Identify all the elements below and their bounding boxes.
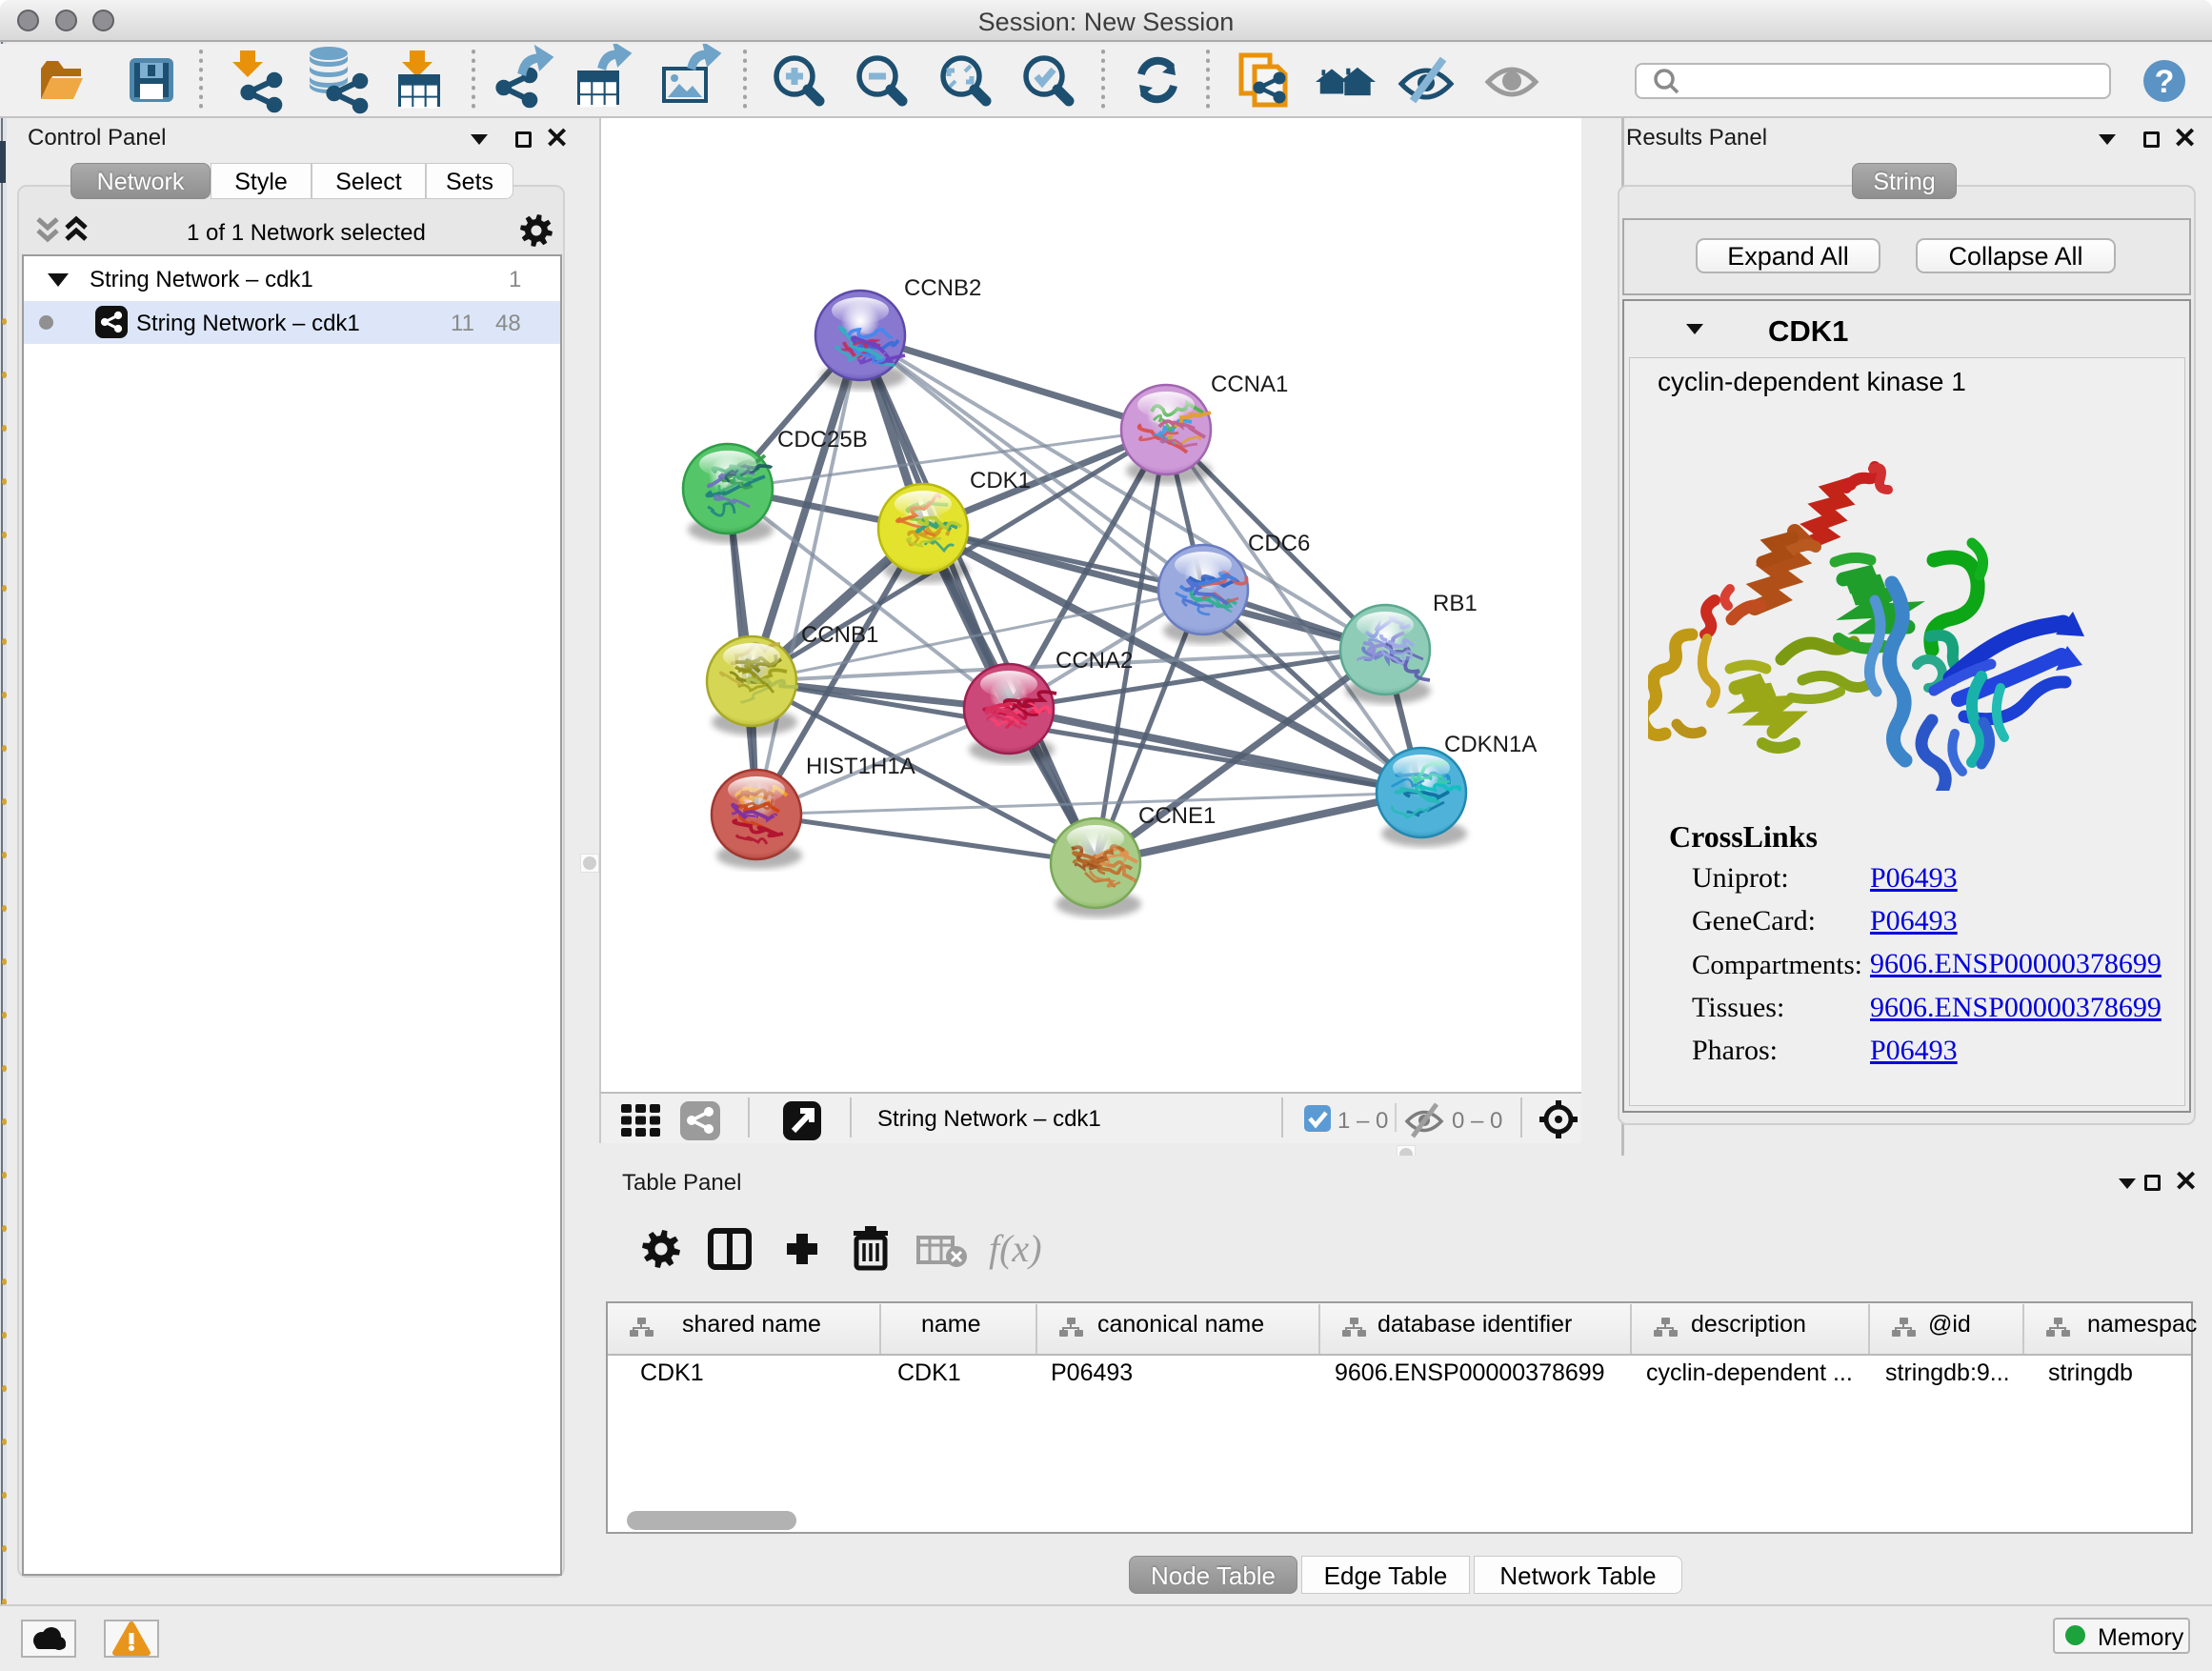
svg-text:RB1: RB1: [1433, 591, 1478, 616]
svg-text:CDC25B: CDC25B: [777, 427, 868, 453]
svg-text:f(x): f(x): [989, 1227, 1042, 1270]
svg-text:?: ?: [2155, 64, 2175, 100]
svg-text:CDC6: CDC6: [1248, 531, 1310, 556]
svg-text:CCNB1: CCNB1: [801, 622, 878, 648]
svg-text:CCNE1: CCNE1: [1138, 803, 1216, 829]
svg-text:CCNA2: CCNA2: [1056, 648, 1133, 674]
svg-text:CDK1: CDK1: [970, 468, 1031, 493]
svg-text:HIST1H1A: HIST1H1A: [806, 754, 915, 779]
svg-text:CCNB2: CCNB2: [904, 275, 981, 301]
svg-text:CCNA1: CCNA1: [1211, 372, 1288, 397]
svg-text:CDKN1A: CDKN1A: [1444, 732, 1537, 757]
